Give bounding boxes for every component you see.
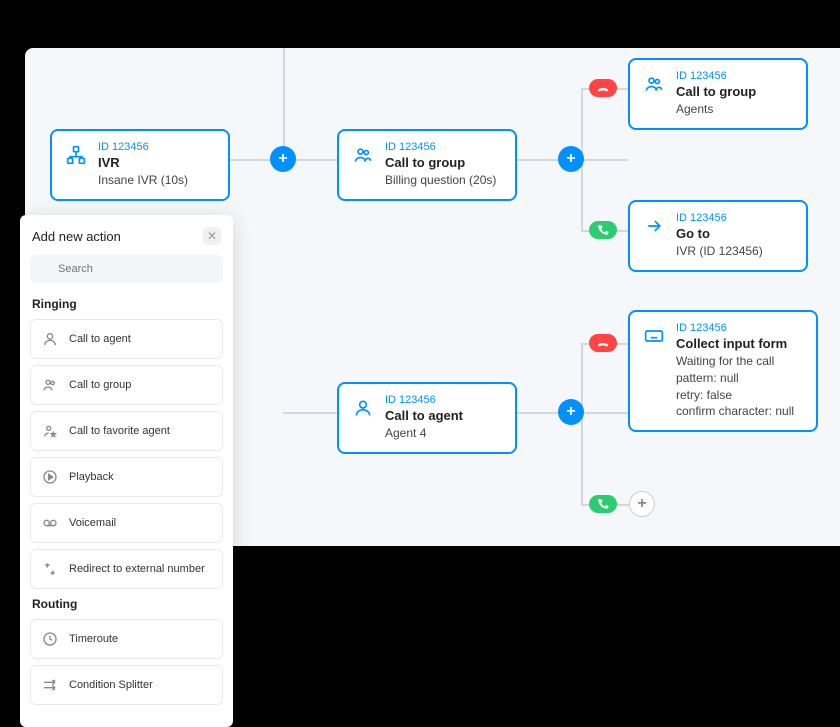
node-goto[interactable]: ID 123456 Go to IVR (ID 123456) <box>628 200 808 272</box>
node-title: Call to group <box>385 155 496 170</box>
node-title: IVR <box>98 155 188 170</box>
node-id: ID 123456 <box>676 212 763 224</box>
action-condition-splitter[interactable]: Condition Splitter <box>30 665 223 705</box>
node-id: ID 123456 <box>98 141 188 153</box>
add-branch-button[interactable]: + <box>270 146 296 172</box>
connector <box>581 88 583 159</box>
playback-icon <box>41 468 59 486</box>
redirect-icon <box>41 560 59 578</box>
node-subtitle: IVR (ID 123456) <box>676 243 763 260</box>
node-subtitle: Agents <box>676 101 756 118</box>
add-branch-button[interactable]: + <box>558 399 584 425</box>
section-label-routing: Routing <box>32 597 223 611</box>
close-button[interactable]: ✕ <box>203 227 221 245</box>
node-subtitle: Waiting for the call pattern: null retry… <box>676 353 794 420</box>
action-label: Redirect to external number <box>69 563 205 575</box>
action-label: Call to group <box>69 379 131 391</box>
node-collect[interactable]: ID 123456 Collect input form Waiting for… <box>628 310 818 432</box>
action-voicemail[interactable]: Voicemail <box>30 503 223 543</box>
node-subtitle: Agent 4 <box>385 425 463 442</box>
group-icon <box>642 72 666 96</box>
node-id: ID 123456 <box>676 70 756 82</box>
node-id: ID 123456 <box>385 394 463 406</box>
node-subtitle: Insane IVR (10s) <box>98 172 188 189</box>
add-branch-button[interactable]: + <box>629 491 655 517</box>
panel-title: Add new action <box>32 229 121 244</box>
action-label: Call to favorite agent <box>69 425 170 437</box>
node-agents[interactable]: ID 123456 Call to group Agents <box>628 58 808 130</box>
voicemail-icon <box>41 514 59 532</box>
keyboard-icon <box>642 324 666 348</box>
hangup-badge <box>589 334 617 352</box>
group-icon <box>41 376 59 394</box>
node-id: ID 123456 <box>385 141 496 153</box>
action-call-to-agent[interactable]: Call to agent <box>30 319 223 359</box>
node-title: Collect input form <box>676 336 794 351</box>
node-subtitle: Billing question (20s) <box>385 172 496 189</box>
action-label: Call to agent <box>69 333 131 345</box>
node-title: Go to <box>676 226 763 241</box>
group-icon <box>351 143 375 167</box>
agent-icon <box>41 330 59 348</box>
add-branch-button[interactable]: + <box>558 146 584 172</box>
splitter-icon <box>41 676 59 694</box>
action-label: Timeroute <box>69 633 118 645</box>
action-call-to-favorite-agent[interactable]: Call to favorite agent <box>30 411 223 451</box>
node-ivr[interactable]: ID 123456 IVR Insane IVR (10s) <box>50 129 230 201</box>
node-billing[interactable]: ID 123456 Call to group Billing question… <box>337 129 517 201</box>
action-redirect-external[interactable]: Redirect to external number <box>30 549 223 589</box>
hangup-badge <box>589 79 617 97</box>
node-title: Call to agent <box>385 408 463 423</box>
hierarchy-icon <box>64 143 88 167</box>
action-playback[interactable]: Playback <box>30 457 223 497</box>
action-label: Condition Splitter <box>69 679 153 691</box>
answer-badge <box>589 495 617 513</box>
action-label: Playback <box>69 471 114 483</box>
connector <box>581 159 583 230</box>
agent-icon <box>351 396 375 420</box>
connector <box>581 343 583 412</box>
add-action-panel: Add new action ✕ Ringing Call to agent C… <box>20 215 233 727</box>
node-agent4[interactable]: ID 123456 Call to agent Agent 4 <box>337 382 517 454</box>
answer-badge <box>589 221 617 239</box>
search-input[interactable] <box>30 255 223 283</box>
arrow-right-icon <box>642 214 666 238</box>
node-title: Call to group <box>676 84 756 99</box>
connector <box>283 412 337 414</box>
connector <box>581 412 583 504</box>
node-id: ID 123456 <box>676 322 794 334</box>
clock-icon <box>41 630 59 648</box>
action-label: Voicemail <box>69 517 116 529</box>
action-call-to-group[interactable]: Call to group <box>30 365 223 405</box>
section-label-ringing: Ringing <box>32 297 223 311</box>
connector <box>283 48 285 159</box>
action-timeroute[interactable]: Timeroute <box>30 619 223 659</box>
favorite-agent-icon <box>41 422 59 440</box>
